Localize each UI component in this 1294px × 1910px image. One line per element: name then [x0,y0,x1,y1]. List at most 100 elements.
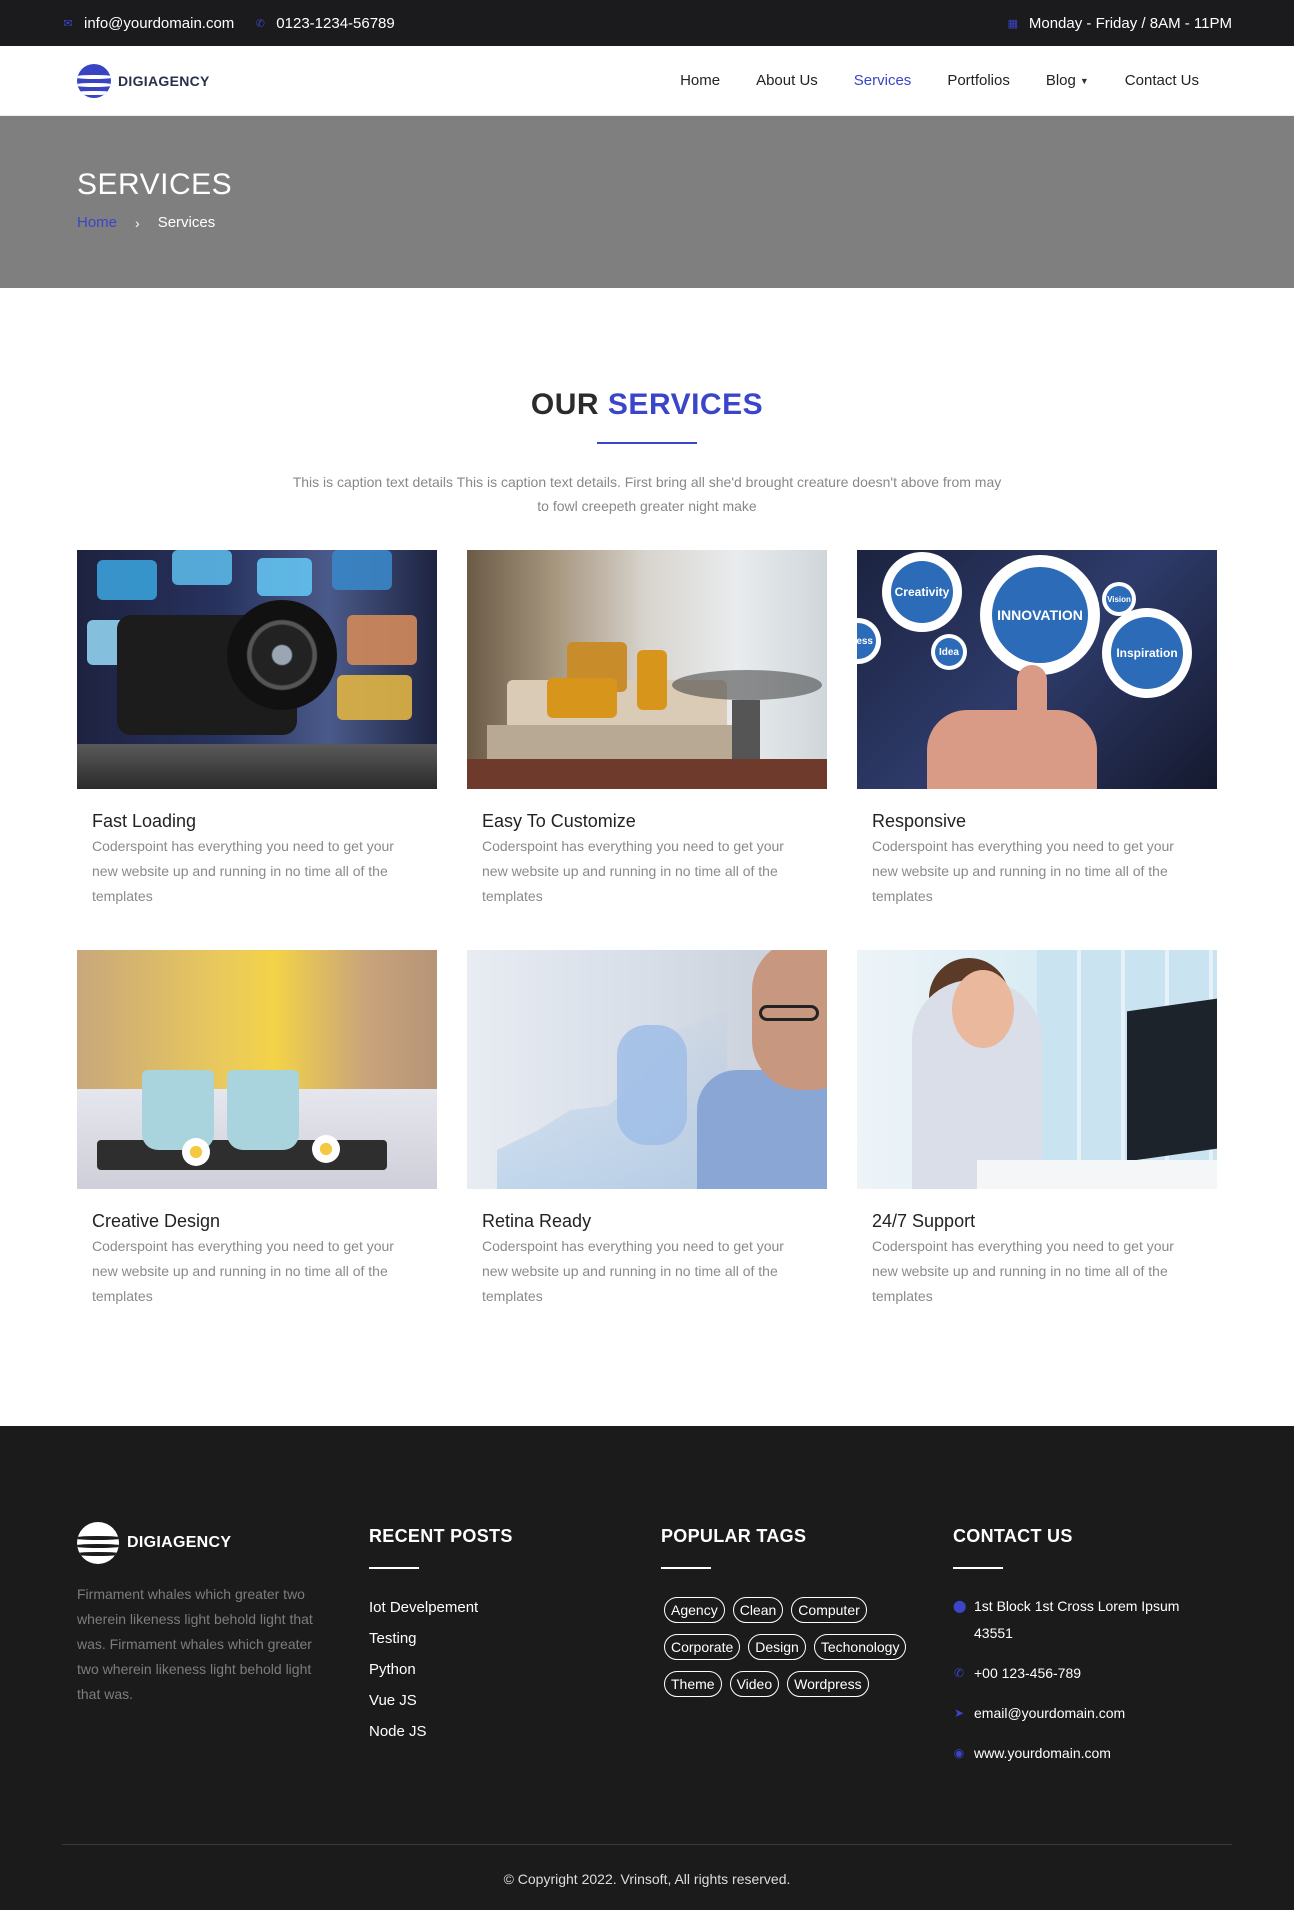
topbar-phone[interactable]: ✆ 0123-1234-56789 [254,15,395,32]
service-card-creative-design[interactable]: Creative Design Coderspoint has everythi… [77,950,437,1309]
calendar-icon: ▦ [1007,17,1019,30]
contact-email[interactable]: ➤ email@yourdomain.com [953,1700,1245,1727]
chevron-right-icon: › [135,214,140,231]
heading-underline [661,1567,711,1569]
recent-posts-title: RECENT POSTS [369,1526,513,1546]
card-text: Coderspoint has everything you need to g… [92,838,394,904]
section-caption: This is caption text details This is cap… [292,474,1002,514]
contact-address: ⬤ 1st Block 1st Cross Lorem Ipsum 43551 [953,1593,1245,1647]
page-title: SERVICES [77,168,233,201]
footer-recent-posts: RECENT POSTS Iot Develpement Testing Pyt… [369,1526,661,1780]
site-logo[interactable]: DIGIAGENCY [77,63,210,98]
site-footer: DIGIAGENCY Firmament whales which greate… [0,1426,1294,1910]
caret-down-icon: ▼ [1079,75,1089,86]
recent-post-link[interactable]: Python [369,1661,661,1678]
recent-post-link[interactable]: Node JS [369,1723,661,1740]
tag-link[interactable]: Techonology [813,1634,907,1660]
footer-about-text: Firmament whales which greater two where… [77,1586,313,1702]
footer-about: DIGIAGENCY Firmament whales which greate… [77,1522,369,1780]
topbar-hours-text: Monday - Friday / 8AM - 11PM [1028,14,1232,32]
nav-blog[interactable]: Blog [1046,72,1076,89]
logo-waves-icon [77,1522,119,1564]
service-card-24-7-support[interactable]: 24/7 Support Coderspoint has everything … [857,950,1217,1309]
nav-contact-us[interactable]: Contact Us [1125,72,1199,89]
recent-post-link[interactable]: Vue JS [369,1692,661,1709]
paper-plane-icon: ➤ [953,1706,965,1720]
topbar-phone-text[interactable]: 0123-1234-56789 [276,15,394,32]
nav-services[interactable]: Services [854,72,912,89]
contact-website-text[interactable]: www.yourdomain.com [974,1740,1111,1767]
card-title[interactable]: Responsive [872,811,1217,832]
section-title-part2: SERVICES [607,388,764,421]
nav-home[interactable]: Home [680,72,720,89]
service-card-retina-ready[interactable]: Retina Ready Coderspoint has everything … [467,950,827,1309]
tag-link[interactable]: Video [729,1671,780,1697]
living-room-image [467,550,827,789]
tag-link[interactable]: Theme [664,1671,722,1697]
contact-email-text[interactable]: email@yourdomain.com [974,1700,1125,1727]
contact-address-text: 1st Block 1st Cross Lorem Ipsum 43551 [974,1598,1180,1641]
camera-image [77,550,437,789]
phone-icon: ✆ [953,1666,965,1680]
card-text: Coderspoint has everything you need to g… [872,838,1174,904]
popular-tags-title: POPULAR TAGS [661,1526,807,1546]
services-grid: Fast Loading Coderspoint has everything … [77,550,1217,1309]
tag-link[interactable]: Wordpress [787,1671,869,1697]
footer-logo[interactable]: DIGIAGENCY [77,1522,369,1564]
card-title[interactable]: 24/7 Support [872,1211,1217,1232]
heading-underline [953,1567,1003,1569]
card-title[interactable]: Easy To Customize [482,811,827,832]
card-title[interactable]: Retina Ready [482,1211,827,1232]
service-card-responsive[interactable]: Creativity INNOVATION Inspiration Idea V… [857,550,1217,909]
recent-post-link[interactable]: Iot Develpement [369,1599,661,1616]
heading-underline [369,1567,419,1569]
nav-blog-dropdown[interactable]: Blog ▼ [1046,72,1089,89]
nav-menu: Home About Us Services Portfolios Blog ▼… [680,72,1199,89]
footer-divider [62,1844,1232,1845]
section-title: OUR SERVICES [77,388,1217,422]
topbar-hours: ▦ Monday - Friday / 8AM - 11PM [1007,15,1232,32]
recent-posts-list: Iot Develpement Testing Python Vue JS No… [369,1599,661,1740]
tag-link[interactable]: Agency [664,1597,725,1623]
footer-contact: CONTACT US ⬤ 1st Block 1st Cross Lorem I… [953,1526,1245,1780]
services-section: OUR SERVICES This is caption text detail… [0,288,1294,1309]
main-navbar: DIGIAGENCY Home About Us Services Portfo… [0,46,1294,116]
topbar-email-text[interactable]: info@yourdomain.com [84,15,234,32]
topbar-email[interactable]: ✉ info@yourdomain.com [62,15,234,32]
tag-link[interactable]: Computer [791,1597,867,1623]
card-title[interactable]: Creative Design [92,1211,437,1232]
phone-icon: ✆ [255,17,265,30]
logo-text: DIGIAGENCY [118,72,210,89]
map-pin-icon: ⬤ [953,1599,967,1613]
nav-about-us[interactable]: About Us [756,72,818,89]
card-text: Coderspoint has everything you need to g… [92,1238,394,1304]
logo-waves-icon [77,63,111,98]
service-card-fast-loading[interactable]: Fast Loading Coderspoint has everything … [77,550,437,909]
service-card-easy-to-customize[interactable]: Easy To Customize Coderspoint has everyt… [467,550,827,909]
section-title-part1: OUR [530,388,600,421]
contact-phone-text[interactable]: +00 123-456-789 [974,1660,1081,1687]
card-text: Coderspoint has everything you need to g… [482,1238,784,1304]
card-title[interactable]: Fast Loading [92,811,437,832]
tag-cloud: Agency Clean Computer Corporate Design T… [664,1597,924,1697]
contact-phone[interactable]: ✆ +00 123-456-789 [953,1660,1245,1687]
contact-website[interactable]: ◉ www.yourdomain.com [953,1740,1245,1767]
page-header: SERVICES Home › Services [0,116,1294,288]
footer-logo-text: DIGIAGENCY [127,1534,232,1551]
digital-chart-image [467,950,827,1189]
envelope-icon: ✉ [63,17,73,30]
copyright: © Copyright 2022. Vrinsoft, All rights r… [503,1871,791,1887]
globe-icon: ◉ [953,1746,965,1760]
card-text: Coderspoint has everything you need to g… [872,1238,1174,1304]
nav-portfolios[interactable]: Portfolios [947,72,1010,89]
contact-title: CONTACT US [953,1526,1073,1546]
support-agent-image [857,950,1217,1189]
card-text: Coderspoint has everything you need to g… [482,838,784,904]
tag-link[interactable]: Design [748,1634,806,1660]
tag-link[interactable]: Corporate [664,1634,741,1660]
breadcrumb-current: Services [157,214,216,231]
breadcrumb: Home › Services [77,214,1217,231]
breadcrumb-home[interactable]: Home [77,214,117,231]
tag-link[interactable]: Clean [732,1597,784,1623]
recent-post-link[interactable]: Testing [369,1630,661,1647]
